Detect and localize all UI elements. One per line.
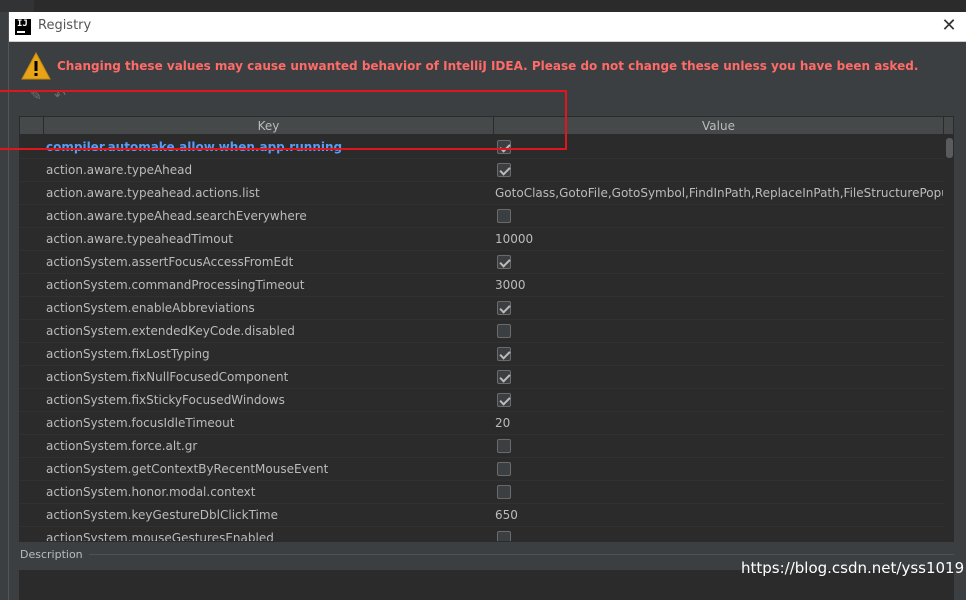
registry-key: actionSystem.commandProcessingTimeout — [46, 278, 305, 292]
table-row[interactable]: action.aware.typeAhead — [20, 159, 945, 182]
value-text[interactable]: 10000 — [495, 232, 943, 246]
value-checkbox[interactable] — [497, 255, 511, 269]
description-divider — [89, 554, 954, 555]
value-checkbox[interactable] — [497, 485, 511, 499]
value-checkbox[interactable] — [497, 393, 511, 407]
registry-key: actionSystem.force.alt.gr — [46, 439, 198, 453]
registry-table: Key Value compiler.automake.allow.when.a… — [19, 116, 954, 542]
table-row[interactable]: action.aware.typeaheadTimout 10000 — [20, 228, 945, 251]
table-row[interactable]: compiler.automake.allow.when.app.running — [20, 136, 945, 159]
value-checkbox[interactable] — [497, 462, 511, 476]
table-row[interactable]: actionSystem.fixStickyFocusedWindows — [20, 389, 945, 412]
warning-message: Changing these values may cause unwanted… — [57, 59, 919, 73]
table-row[interactable]: actionSystem.focusIdleTimeout 20 — [20, 412, 945, 435]
table-row[interactable]: actionSystem.enableAbbreviations — [20, 297, 945, 320]
table-row[interactable]: actionSystem.fixLostTyping — [20, 343, 945, 366]
close-button[interactable]: ✕ — [939, 16, 959, 36]
table-row[interactable]: actionSystem.extendedKeyCode.disabled — [20, 320, 945, 343]
registry-key: actionSystem.focusIdleTimeout — [46, 416, 235, 430]
value-checkbox[interactable] — [497, 301, 511, 315]
registry-key: action.aware.typeAhead — [46, 163, 193, 177]
table-row[interactable]: actionSystem.getContextByRecentMouseEven… — [20, 458, 945, 481]
column-header-value[interactable]: Value — [494, 117, 944, 135]
registry-key: actionSystem.fixStickyFocusedWindows — [46, 393, 285, 407]
description-label: Description — [20, 548, 83, 561]
value-checkbox[interactable] — [497, 439, 511, 453]
column-header-key[interactable]: Key — [44, 117, 494, 135]
registry-key: action.aware.typeaheadTimout — [46, 232, 233, 246]
table-row[interactable]: action.aware.typeAhead.searchEverywhere — [20, 205, 945, 228]
table-row[interactable]: action.aware.typeahead.actions.list GotoC… — [20, 182, 945, 205]
value-checkbox[interactable] — [497, 531, 511, 541]
value-checkbox[interactable] — [497, 370, 511, 384]
registry-key: actionSystem.extendedKeyCode.disabled — [46, 324, 295, 338]
registry-key: action.aware.typeahead.actions.list — [46, 186, 260, 200]
value-checkbox[interactable] — [497, 163, 511, 177]
value-text[interactable]: 20 — [495, 416, 943, 430]
table-row[interactable]: actionSystem.assertFocusAccessFromEdt — [20, 251, 945, 274]
title-bar: IJ Registry ✕ — [9, 12, 966, 42]
table-row[interactable]: actionSystem.force.alt.gr — [20, 435, 945, 458]
watermark: https://blog.csdn.net/yss1019 — [741, 559, 965, 577]
window-title: Registry — [38, 18, 92, 33]
registry-key: actionSystem.fixNullFocusedComponent — [46, 370, 289, 384]
registry-key: actionSystem.getContextByRecentMouseEven… — [46, 462, 329, 476]
registry-key: compiler.automake.allow.when.app.running — [46, 140, 343, 154]
header-spacer — [20, 117, 44, 135]
editor-background — [0, 0, 966, 12]
registry-key: actionSystem.enableAbbreviations — [46, 301, 255, 315]
table-header: Key Value — [20, 117, 953, 135]
registry-key: actionSystem.fixLostTyping — [46, 347, 210, 361]
value-checkbox[interactable] — [497, 209, 511, 223]
registry-key: actionSystem.mouseGesturesEnabled — [46, 531, 274, 542]
value-checkbox[interactable] — [497, 324, 511, 338]
value-checkbox[interactable] — [497, 347, 511, 361]
table-row[interactable]: actionSystem.honor.modal.context — [20, 481, 945, 504]
scrollbar-thumb[interactable] — [946, 138, 953, 158]
table-row[interactable]: actionSystem.keyGestureDblClickTime 650 — [20, 504, 945, 527]
warning-triangle-icon — [21, 52, 51, 80]
revert-icon[interactable]: ↶ — [51, 87, 69, 105]
registry-key: actionSystem.keyGestureDblClickTime — [46, 508, 278, 522]
value-text[interactable]: GotoClass,GotoFile,GotoSymbol,FindInPath… — [495, 186, 943, 200]
value-text[interactable]: 650 — [495, 508, 943, 522]
registry-key: actionSystem.assertFocusAccessFromEdt — [46, 255, 294, 269]
registry-key: action.aware.typeAhead.searchEverywhere — [46, 209, 307, 223]
table-row[interactable]: actionSystem.commandProcessingTimeout 300… — [20, 274, 945, 297]
table-body: compiler.automake.allow.when.app.running… — [20, 136, 945, 542]
registry-dialog: IJ Registry ✕ Changing these values may … — [8, 12, 966, 600]
intellij-logo-icon: IJ — [15, 19, 31, 35]
table-row[interactable]: actionSystem.fixNullFocusedComponent — [20, 366, 945, 389]
registry-key: actionSystem.honor.modal.context — [46, 485, 256, 499]
value-text[interactable]: 3000 — [495, 278, 943, 292]
table-row[interactable]: actionSystem.mouseGesturesEnabled — [20, 527, 945, 542]
value-checkbox[interactable] — [497, 140, 511, 154]
table-scrollbar[interactable] — [945, 136, 953, 541]
edit-icon[interactable]: ✎ — [27, 87, 45, 105]
editor-gutter — [0, 0, 34, 12]
